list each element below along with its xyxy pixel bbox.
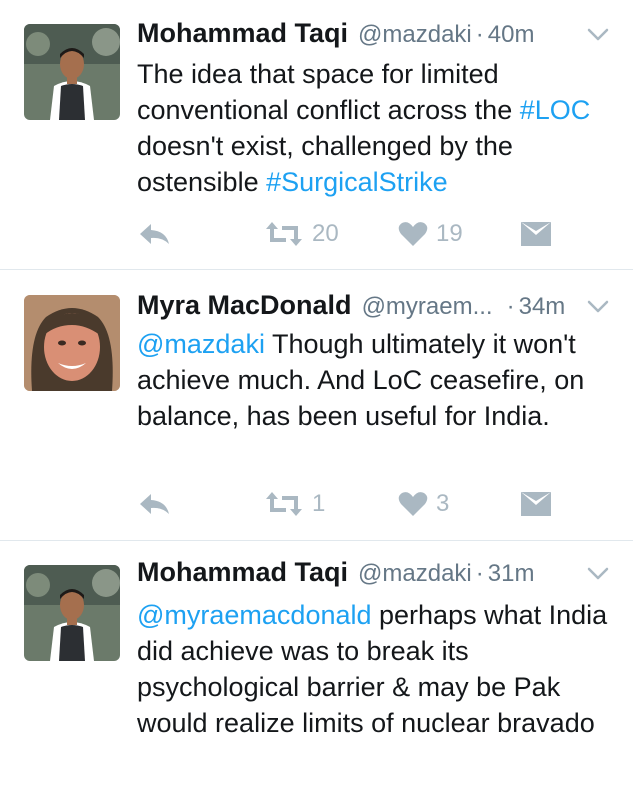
tweet-actions: 1 3 <box>0 484 633 524</box>
retweet-icon <box>266 222 302 246</box>
heart-icon <box>398 492 428 516</box>
retweet-icon <box>266 492 302 516</box>
chevron-down-icon[interactable] <box>587 28 609 42</box>
tweet-text: @mazdaki Though ultimately it won't achi… <box>137 326 613 434</box>
chevron-down-icon[interactable] <box>587 567 609 581</box>
envelope-icon <box>521 492 551 516</box>
like-count: 19 <box>436 220 463 247</box>
separator: · <box>475 21 484 48</box>
chevron-down-icon[interactable] <box>587 300 609 314</box>
like-count: 3 <box>436 490 450 517</box>
timestamp[interactable]: 40m <box>488 21 535 49</box>
like-button[interactable]: 19 <box>398 214 463 254</box>
retweet-count: 1 <box>312 490 326 517</box>
author-name[interactable]: Myra MacDonald <box>137 290 352 321</box>
avatar[interactable] <box>24 295 120 391</box>
reply-icon <box>140 224 169 244</box>
author-name[interactable]: Mohammad Taqi <box>137 557 348 588</box>
mention-link[interactable]: @mazdaki <box>137 329 265 359</box>
retweet-count: 20 <box>312 220 339 247</box>
tweet-header: Myra MacDonald @myraem... · 34m <box>137 290 609 324</box>
tweet[interactable]: Myra MacDonald @myraem... · 34m @mazdaki… <box>0 270 633 541</box>
tweet-actions: 20 19 <box>0 214 633 254</box>
tweet-text: @myraemacdonald perhaps what India did a… <box>137 597 613 741</box>
timestamp[interactable]: 31m <box>488 560 535 588</box>
reply-icon <box>140 494 169 514</box>
tweet[interactable]: Mohammad Taqi @mazdaki · 40m The idea th… <box>0 0 633 270</box>
mention-link[interactable]: @myraemacdonald <box>137 600 372 630</box>
retweet-button[interactable]: 20 <box>264 214 339 254</box>
avatar[interactable] <box>24 565 120 661</box>
separator: · <box>475 560 484 587</box>
like-button[interactable]: 3 <box>398 484 449 524</box>
tweet-header: Mohammad Taqi @mazdaki · 40m <box>137 18 609 52</box>
tweet-text-segment: The idea that space for limited conventi… <box>137 59 520 125</box>
retweet-button[interactable]: 1 <box>264 484 325 524</box>
direct-message-button[interactable] <box>520 214 552 254</box>
reply-button[interactable] <box>138 214 172 254</box>
hashtag-link[interactable]: #SurgicalStrike <box>266 167 448 197</box>
separator: · <box>506 293 515 320</box>
avatar[interactable] <box>24 24 120 120</box>
hashtag-link[interactable]: #LOC <box>520 95 591 125</box>
author-handle[interactable]: @mazdaki <box>358 560 472 588</box>
timestamp[interactable]: 34m <box>519 293 566 321</box>
envelope-icon <box>521 222 551 246</box>
direct-message-button[interactable] <box>520 484 552 524</box>
author-name[interactable]: Mohammad Taqi <box>137 18 348 49</box>
author-handle[interactable]: @myraem... <box>362 293 493 321</box>
tweet[interactable]: Mohammad Taqi @mazdaki · 31m @myraemacdo… <box>0 541 633 789</box>
reply-button[interactable] <box>138 484 172 524</box>
tweet-header: Mohammad Taqi @mazdaki · 31m <box>137 557 609 591</box>
author-handle[interactable]: @mazdaki <box>358 21 472 49</box>
heart-icon <box>398 222 428 246</box>
tweet-text: The idea that space for limited conventi… <box>137 56 613 200</box>
